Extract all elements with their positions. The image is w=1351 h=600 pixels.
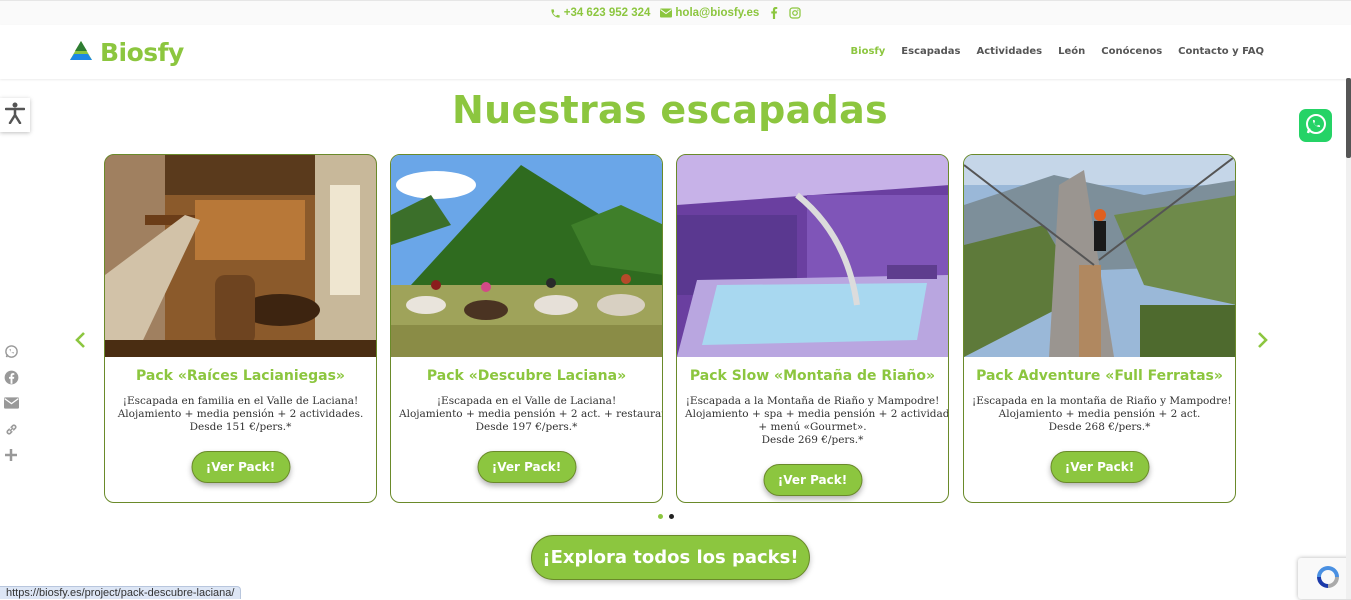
page-scrollbar[interactable] [1346,78,1351,599]
pack-price: Desde 268 €/pers.* [1048,421,1151,433]
explore-packs-button[interactable]: ¡Explora todos los packs! [531,535,810,580]
email-link[interactable]: hola@biosfy.es [660,7,759,19]
pack-description: ¡Escapada a la Montaña de Riaño y Mampod… [677,395,948,447]
main-nav: Biosfy Escapadas Actividades León Conóce… [851,46,1264,57]
site-logo[interactable]: Biosfy [68,38,184,67]
share-copy-link-icon[interactable] [3,421,19,437]
instagram-icon[interactable] [789,7,801,19]
pack-desc-line: ¡Escapada en la montaña de Riaño y Mampo… [972,395,1232,407]
pack-image-full-ferratas[interactable] [964,155,1235,357]
ver-pack-button[interactable]: ¡Ver Pack! [191,451,290,483]
pack-price: Desde 151 €/pers.* [189,421,292,433]
pack-card-full-ferratas: Pack Adventure «Full Ferratas» ¡Escapada… [963,154,1236,503]
nav-item-biosfy[interactable]: Biosfy [851,46,886,57]
pack-desc-line: Alojamiento + media pensión + 2 activida… [117,408,364,420]
chevron-left-icon [74,331,86,353]
logo-text: Biosfy [100,38,184,67]
pack-image-raices-lacianiegas[interactable] [105,155,376,357]
share-facebook-icon[interactable] [3,369,19,385]
pack-desc-line: Alojamiento + spa + media pensión + 2 ac… [685,408,949,420]
facebook-icon[interactable] [769,7,779,19]
chevron-right-icon [1257,331,1269,353]
email-text: hola@biosfy.es [675,7,760,19]
recaptcha-badge[interactable] [1298,558,1351,599]
ver-pack-button[interactable]: ¡Ver Pack! [763,464,862,496]
carousel-prev-button[interactable] [70,330,90,354]
pack-price: Desde 269 €/pers.* [761,434,864,446]
whatsapp-button[interactable] [1299,109,1332,142]
nav-item-contacto-faq[interactable]: Contacto y FAQ [1178,46,1264,57]
whatsapp-icon [1304,112,1328,140]
pack-title[interactable]: Pack «Descubre Laciana» [391,368,662,384]
share-sidebar [3,343,19,463]
logo-mark-icon [68,40,94,66]
site-header: Biosfy Biosfy Escapadas Actividades León… [0,25,1351,79]
pack-card-descubre-laciana: Pack «Descubre Laciana» ¡Escapada en el … [390,154,663,503]
pack-desc-line: Alojamiento + media pensión + 2 act. [998,408,1201,420]
scrollbar-thumb[interactable] [1346,78,1351,158]
pack-card-montana-riano: Pack Slow «Montaña de Riaño» ¡Escapada a… [676,154,949,503]
pack-title[interactable]: Pack Slow «Montaña de Riaño» [677,368,948,384]
browser-status-url: https://biosfy.es/project/pack-descubre-… [0,586,242,599]
top-contact-bar: +34 623 952 324 hola@biosfy.es [0,0,1351,25]
share-whatsapp-icon[interactable] [3,343,19,359]
pack-desc-line: ¡Escapada a la Montaña de Riaño y Mampod… [685,395,940,407]
recaptcha-icon [1314,563,1342,595]
share-more-icon[interactable] [3,447,19,463]
pack-desc-line: ¡Escapada en el Valle de Laciana! [436,395,617,407]
pack-title[interactable]: Pack Adventure «Full Ferratas» [964,368,1235,384]
nav-item-actividades[interactable]: Actividades [977,46,1043,57]
pack-image-montana-riano[interactable] [677,155,948,357]
nav-item-conocenos[interactable]: Conócenos [1101,46,1162,57]
pack-title[interactable]: Pack «Raíces Lacianiegas» [105,368,376,384]
pack-description: ¡Escapada en el Valle de Laciana! Alojam… [391,395,662,434]
carousel-dot-2[interactable] [669,514,674,519]
pack-image-descubre-laciana[interactable] [391,155,662,357]
pack-price: Desde 197 €/pers.* [475,421,578,433]
carousel-next-button[interactable] [1253,330,1273,354]
carousel-dot-1[interactable] [658,514,663,519]
nav-item-leon[interactable]: León [1058,46,1085,57]
phone-link[interactable]: +34 623 952 324 [550,7,651,19]
pack-card-raices-lacianiegas: Pack «Raíces Lacianiegas» ¡Escapada en f… [104,154,377,503]
phone-text: +34 623 952 324 [563,7,651,19]
nav-item-escapadas[interactable]: Escapadas [901,46,960,57]
carousel-dots [658,514,674,519]
section-title: Nuestras escapadas [452,88,888,132]
pack-description: ¡Escapada en la montaña de Riaño y Mampo… [964,395,1235,434]
pack-desc-line: ¡Escapada en familia en el Valle de Laci… [122,395,359,407]
envelope-icon [660,8,673,18]
pack-desc-line: + menú «Gourmet». [758,421,867,433]
pack-desc-line: Alojamiento + media pensión + 2 act. + r… [399,408,663,420]
share-email-icon[interactable] [3,395,19,411]
ver-pack-button[interactable]: ¡Ver Pack! [477,451,576,483]
phone-icon [550,8,561,19]
pack-description: ¡Escapada en familia en el Valle de Laci… [105,395,376,434]
ver-pack-button[interactable]: ¡Ver Pack! [1050,451,1149,483]
